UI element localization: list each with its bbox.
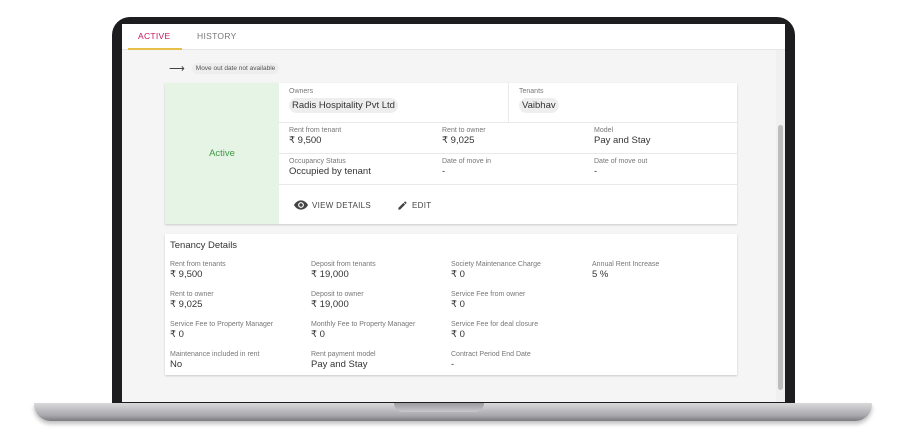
move-out-chip: Move out date not available (191, 63, 280, 74)
detail-value: - (451, 359, 455, 370)
arrow-right-icon: ⟶ (169, 63, 185, 75)
divider (508, 83, 509, 122)
tenants-label: Tenants (519, 88, 544, 95)
divider (279, 184, 737, 185)
owner-chip[interactable]: Radis Hospitality Pvt Ltd (289, 98, 398, 113)
detail-field: Deposit from tenants ₹ 19,000 (311, 261, 376, 280)
detail-label: Deposit to owner (311, 291, 364, 298)
status-label: Active (209, 148, 235, 159)
detail-label: Rent payment model (311, 351, 376, 358)
detail-value: Pay and Stay (311, 359, 368, 370)
detail-field: Monthly Fee to Property Manager ₹ 0 (311, 321, 415, 340)
rent-from-tenant-value: ₹ 9,500 (289, 135, 322, 146)
laptop-notch (394, 403, 484, 412)
detail-field: Rent to owner ₹ 9,025 (170, 291, 214, 310)
eye-icon (294, 200, 308, 210)
detail-value: ₹ 0 (451, 329, 465, 340)
tab-bar: ACTIVE HISTORY (122, 24, 785, 50)
view-details-label: VIEW DETAILS (312, 200, 372, 210)
tab-history[interactable]: HISTORY (197, 31, 237, 41)
owners-label: Owners (289, 88, 314, 95)
detail-field: Rent payment model Pay and Stay (311, 351, 376, 370)
occupancy-status-cell: Occupancy Status Occupied by tenant (289, 158, 371, 177)
detail-label: Monthly Fee to Property Manager (311, 321, 416, 328)
tenant-chip[interactable]: Vaibhav (519, 98, 559, 113)
detail-field: Service Fee for deal closure ₹ 0 (451, 321, 538, 340)
model-label: Model (594, 127, 614, 134)
detail-label: Service Fee to Property Manager (170, 321, 274, 328)
detail-value: ₹ 9,500 (170, 269, 203, 280)
move-out-value: - (594, 166, 598, 177)
edit-button[interactable]: EDIT (397, 200, 431, 211)
tenancy-details-title: Tenancy Details (170, 240, 238, 251)
owners-cell: Owners Radis Hospitality Pvt Ltd (289, 88, 398, 113)
detail-value: ₹ 9,025 (170, 299, 203, 310)
tenants-cell: Tenants Vaibhav (519, 88, 559, 113)
detail-field: Maintenance included in rent No (170, 351, 260, 370)
detail-value: ₹ 0 (170, 329, 184, 340)
move-out-note: ⟶ Move out date not available (169, 62, 280, 75)
laptop-mockup: ACTIVE HISTORY ⟶ Move out date not avail… (0, 0, 900, 437)
detail-label: Maintenance included in rent (170, 351, 260, 358)
status-pane: Active (165, 83, 279, 224)
detail-label: Contract Period End Date (451, 351, 531, 358)
move-out-cell: Date of move out - (594, 158, 647, 177)
occupancy-status-label: Occupancy Status (289, 158, 346, 165)
detail-label: Deposit from tenants (311, 261, 376, 268)
detail-field: Service Fee to Property Manager ₹ 0 (170, 321, 273, 340)
detail-field: Service Fee from owner ₹ 0 (451, 291, 525, 310)
detail-field: Deposit to owner ₹ 19,000 (311, 291, 364, 310)
tenancy-details-card: Tenancy Details Rent from tenants ₹ 9,50… (165, 234, 737, 375)
move-in-label: Date of move in (442, 158, 492, 165)
rent-from-tenant-cell: Rent from tenant ₹ 9,500 (289, 127, 341, 146)
detail-value: ₹ 19,000 (311, 269, 349, 280)
detail-value: ₹ 0 (451, 299, 465, 310)
rent-to-owner-label: Rent to owner (442, 127, 486, 134)
move-in-value: - (442, 166, 446, 177)
model-value: Pay and Stay (594, 135, 651, 146)
app-screen: ACTIVE HISTORY ⟶ Move out date not avail… (122, 24, 785, 402)
tab-active[interactable]: ACTIVE (138, 31, 171, 41)
detail-label: Rent from tenants (170, 261, 226, 268)
detail-value: ₹ 0 (451, 269, 465, 280)
detail-label: Service Fee for deal closure (451, 321, 539, 328)
detail-value: No (170, 359, 183, 370)
tenancy-status-card: Active Owners Radis Hospitality Pvt Ltd … (165, 83, 737, 224)
detail-value: ₹ 19,000 (311, 299, 349, 310)
scrollbar-thumb[interactable] (778, 125, 783, 390)
occupancy-status-value: Occupied by tenant (289, 166, 371, 177)
pencil-icon (398, 201, 407, 210)
divider (279, 153, 737, 154)
view-details-button[interactable]: VIEW DETAILS (294, 200, 371, 210)
rent-to-owner-cell: Rent to owner ₹ 9,025 (442, 127, 486, 146)
rent-from-tenant-label: Rent from tenant (289, 127, 342, 134)
move-in-cell: Date of move in - (442, 158, 491, 177)
active-tab-indicator (128, 48, 182, 50)
detail-label: Service Fee from owner (451, 291, 526, 298)
detail-value: ₹ 0 (311, 329, 325, 340)
edit-label: EDIT (412, 201, 432, 210)
divider (279, 122, 737, 123)
move-out-label: Date of move out (594, 158, 648, 165)
rent-to-owner-value: ₹ 9,025 (442, 135, 475, 146)
model-cell: Model Pay and Stay (594, 127, 651, 146)
detail-label: Rent to owner (170, 291, 214, 298)
detail-value: 5 % (592, 269, 609, 280)
vertical-scrollbar[interactable] (776, 50, 785, 402)
detail-field: Annual Rent Increase 5 % (592, 261, 659, 280)
detail-label: Society Maintenance Charge (451, 261, 541, 268)
detail-field: Rent from tenants ₹ 9,500 (170, 261, 226, 280)
detail-label: Annual Rent Increase (592, 261, 660, 268)
detail-field: Contract Period End Date - (451, 351, 531, 370)
detail-field: Society Maintenance Charge ₹ 0 (451, 261, 541, 280)
